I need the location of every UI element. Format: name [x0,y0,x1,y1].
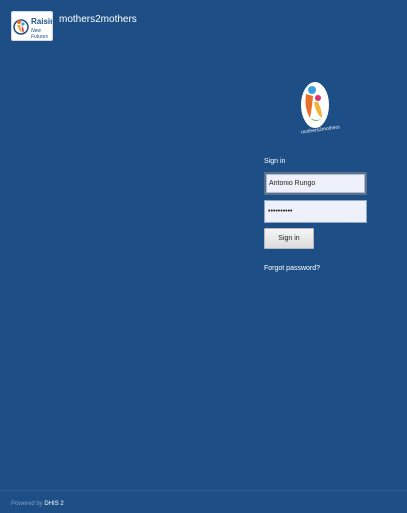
login-page: Raising New Futures mothers2mothers moth… [0,0,407,513]
signin-button[interactable]: Sign in [264,228,314,249]
signin-heading: Sign in [264,158,286,165]
footer-divider [0,490,407,491]
powered-by-text: Powered by [11,501,43,507]
app-title: mothers2mothers [59,14,137,25]
logo-text-raising: Raising [31,17,52,26]
footer: Powered by DHIS 2 [11,501,64,507]
forgot-password-link[interactable]: Forgot password? [264,265,320,272]
password-field[interactable] [264,200,367,223]
logo-text-new-futures: New Futures [31,28,48,40]
circle-figures-icon [13,19,29,35]
dhis2-link[interactable]: DHIS 2 [44,501,63,507]
username-field[interactable] [264,172,367,195]
raising-new-futures-logo: Raising New Futures [11,11,53,41]
